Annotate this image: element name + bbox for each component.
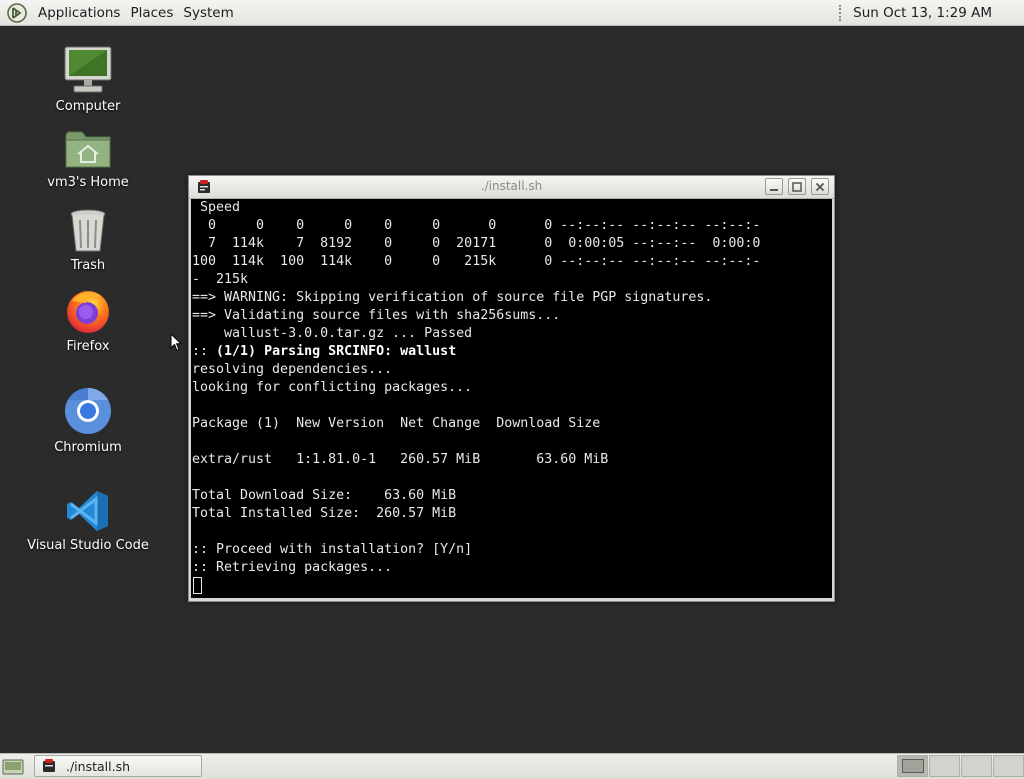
window-titlebar[interactable]: ./install.sh [189,176,834,199]
chromium-icon [65,388,111,434]
taskbar-button-label: ./install.sh [66,758,131,774]
desktop-icon-label: Visual Studio Code [27,538,149,553]
clock[interactable]: Sun Oct 13, 1:29 AM [853,5,1024,21]
applications-menu[interactable]: Applications [33,5,125,21]
desktop-icon-label: Trash [70,258,106,273]
terminal-text: Speed 0 0 0 0 0 0 0 0 --:--:-- --:--:-- … [191,199,832,595]
terminal-line: resolving dependencies... [192,362,393,377]
maximize-button[interactable] [788,178,806,195]
workspace-window-thumbnail [901,759,924,773]
home-folder-icon [65,131,111,168]
top-panel: Applications Places System Sun Oct 13, 1… [0,0,1024,26]
terminal-line: extra/rust 1:1.81.0-1 260.57 MiB 63.60 M… [192,452,609,467]
panel-handle[interactable] [839,4,845,21]
mouse-pointer-icon [170,333,182,352]
terminal-line: Total Installed Size: 260.57 MiB [192,506,457,521]
terminal-line [192,577,832,595]
terminal-line: Total Download Size: 63.60 MiB [192,488,457,503]
terminal-line: looking for conflicting packages... [192,380,473,395]
desktop-icon-label: Computer [55,99,121,114]
desktop-icon-label: Chromium [54,440,122,455]
terminal-window[interactable]: ./install.sh Speed 0 0 0 0 0 0 0 0 --:--… [188,175,835,602]
terminal-cursor [193,577,202,594]
computer-icon [64,46,112,93]
workspace-switcher[interactable] [896,755,1024,777]
desktop-icon-trash[interactable]: Trash [18,208,158,273]
terminal-output[interactable]: Speed 0 0 0 0 0 0 0 0 --:--:-- --:--:-- … [191,199,832,598]
terminal-line: Package (1) New Version Net Change Downl… [192,416,601,431]
firefox-icon [67,291,109,333]
desktop-icon-computer[interactable]: Computer [18,45,158,114]
minimize-icon [770,188,778,191]
window-title: ./install.sh [480,179,543,193]
desktop-icon-firefox[interactable]: Firefox [18,287,158,354]
terminal-line: wallust-3.0.0.tar.gz ... Passed [192,326,473,341]
workspace-3[interactable] [961,755,992,777]
desktop-icon-label: vm3's Home [47,175,129,190]
terminal-line: - 215k [192,272,249,287]
places-menu[interactable]: Places [125,5,178,21]
desktop-icon-chromium[interactable]: Chromium [18,386,158,455]
terminal-line: 100 114k 100 114k 0 0 215k 0 --:--:-- --… [192,254,761,269]
taskbar-button-install[interactable]: ./install.sh [34,755,202,777]
minimize-button[interactable] [765,178,783,195]
desktop-icon-home[interactable]: vm3's Home [18,127,158,190]
close-button[interactable] [811,178,829,195]
terminal-line: ==> Validating source files with sha256s… [192,308,561,323]
terminal-line: :: Retrieving packages... [192,560,393,575]
terminal-line: :: Proceed with installation? [Y/n] [192,542,473,557]
workspace-1[interactable] [897,755,928,777]
terminal-line: 7 114k 7 8192 0 0 20171 0 0:00:05 --:--:… [192,236,761,251]
trash-icon [70,209,106,252]
terminal-line: Speed [192,200,241,215]
desktop-icon-label: Firefox [66,339,110,354]
vscode-icon [67,491,108,531]
terminal-line: :: (1/1) Parsing SRCINFO: wallust [192,344,457,359]
terminal-app-icon [43,759,55,772]
terminal-line: 0 0 0 0 0 0 0 0 --:--:-- --:--:-- --:--:… [192,218,761,233]
mate-logo-icon[interactable] [6,2,28,24]
show-desktop-icon[interactable] [2,758,24,776]
workspace-2[interactable] [929,755,960,777]
terminal-line: ==> WARNING: Skipping verification of so… [192,290,713,305]
system-menu[interactable]: System [178,5,238,21]
desktop-icon-vscode[interactable]: Visual Studio Code [18,488,158,553]
maximize-icon [792,181,802,192]
bottom-panel: ./install.sh [0,753,1024,779]
workspace-4[interactable] [993,755,1024,777]
close-icon [815,182,825,191]
